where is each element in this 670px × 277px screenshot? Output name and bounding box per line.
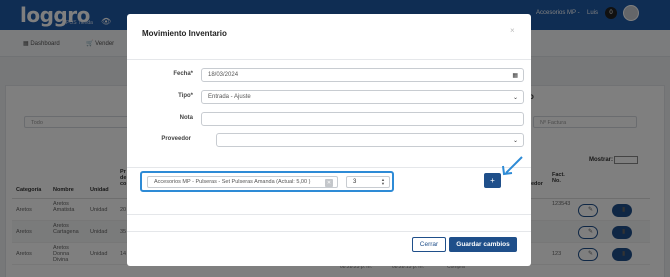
calendar-icon[interactable]: ▦ — [512, 72, 518, 79]
clear-icon[interactable]: ✕ — [325, 179, 333, 187]
product-select[interactable]: Accesorios MP - Pulseras - Set Pulseras … — [147, 176, 338, 188]
tipo-select[interactable]: Entrada - Ajuste ⌄ — [201, 90, 524, 104]
quantity-value: 3 — [353, 179, 357, 185]
fecha-label: Fecha* — [173, 71, 193, 77]
modal-title: Movimiento Inventario — [142, 29, 227, 38]
nota-field[interactable] — [201, 112, 524, 126]
proveedor-label: Proveedor — [161, 136, 191, 142]
tipo-value: Entrada - Ajuste — [208, 94, 251, 100]
close-button[interactable]: Cerrar — [412, 237, 446, 252]
quantity-input[interactable]: 3 ▲ ▼ — [346, 176, 390, 188]
chevron-down-icon: ⌄ — [512, 95, 518, 101]
spinner-icon[interactable]: ▲ ▼ — [381, 178, 385, 186]
fecha-value: 18/03/2024 — [208, 72, 239, 78]
product-value: Accesorios MP - Pulseras - Set Pulseras … — [154, 179, 311, 185]
inventory-movement-modal: Movimiento Inventario × Fecha* 18/03/202… — [127, 14, 531, 266]
proveedor-select[interactable]: ⌄ — [216, 133, 524, 147]
add-product-button[interactable]: + — [484, 173, 501, 188]
chevron-down-icon: ⌄ — [512, 138, 518, 144]
fecha-field[interactable]: 18/03/2024 ▦ — [201, 68, 524, 82]
divider — [127, 214, 531, 215]
divider — [127, 167, 531, 168]
nota-label: Nota — [179, 115, 193, 121]
product-entry-group: Accesorios MP - Pulseras - Set Pulseras … — [140, 171, 394, 192]
divider — [127, 59, 531, 60]
arrow-pointer-icon — [502, 156, 523, 176]
close-icon[interactable]: × — [510, 26, 515, 35]
tipo-label: Tipo* — [178, 93, 193, 99]
divider — [127, 231, 531, 232]
save-button[interactable]: Guardar cambios — [449, 237, 517, 252]
